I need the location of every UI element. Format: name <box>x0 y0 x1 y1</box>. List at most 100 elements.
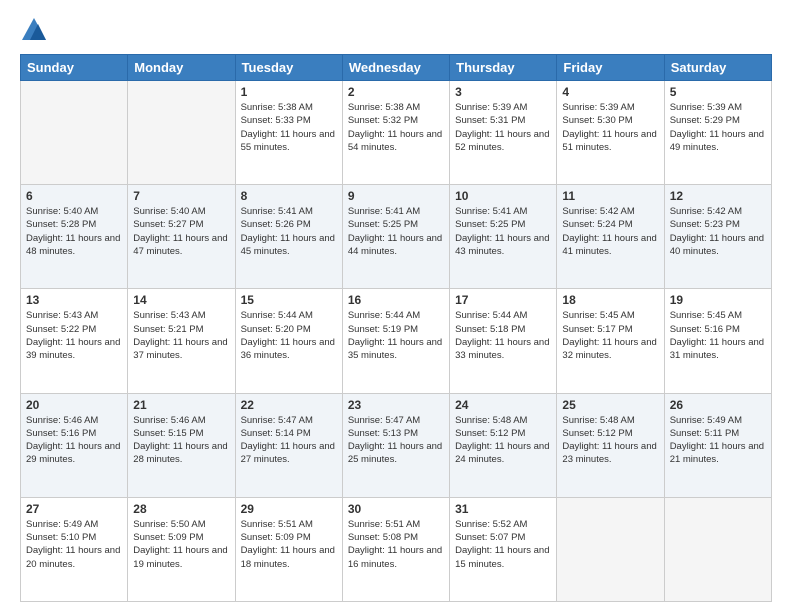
calendar-day-cell: 28Sunrise: 5:50 AMSunset: 5:09 PMDayligh… <box>128 497 235 601</box>
calendar-day-cell: 10 Sunrise: 5:41 AMSunset: 5:25 PMDayligh… <box>450 185 557 289</box>
day-info: Sunrise: 5:42 AMSunset: 5:23 PMDaylight:… <box>670 205 766 258</box>
calendar-table: SundayMondayTuesdayWednesdayThursdayFrid… <box>20 54 772 602</box>
calendar-week-row: 20 Sunrise: 5:46 AMSunset: 5:16 PMDayligh… <box>21 393 772 497</box>
calendar-day-cell: 25Sunrise: 5:48 AMSunset: 5:12 PMDayligh… <box>557 393 664 497</box>
day-info: Sunrise: 5:47 AMSunset: 5:13 PMDaylight:… <box>348 414 444 467</box>
weekday-header-row: SundayMondayTuesdayWednesdayThursdayFrid… <box>21 55 772 81</box>
day-number: 20 <box>26 398 122 412</box>
day-info: Sunrise: 5:44 AMSunset: 5:18 PMDaylight:… <box>455 309 551 362</box>
day-info: Sunrise: 5:39 AMSunset: 5:31 PMDaylight:… <box>455 101 551 154</box>
day-info: Sunrise: 5:51 AMSunset: 5:08 PMDaylight:… <box>348 518 444 571</box>
calendar-day-cell: 1 Sunrise: 5:38 AMSunset: 5:33 PMDaylight… <box>235 81 342 185</box>
calendar-day-cell: 15 Sunrise: 5:44 AMSunset: 5:20 PMDayligh… <box>235 289 342 393</box>
weekday-header-wednesday: Wednesday <box>342 55 449 81</box>
day-info: Sunrise: 5:42 AMSunset: 5:24 PMDaylight:… <box>562 205 658 258</box>
calendar-day-cell: 22Sunrise: 5:47 AMSunset: 5:14 PMDayligh… <box>235 393 342 497</box>
day-number: 31 <box>455 502 551 516</box>
day-info: Sunrise: 5:41 AMSunset: 5:26 PMDaylight:… <box>241 205 337 258</box>
day-info: Sunrise: 5:40 AMSunset: 5:28 PMDaylight:… <box>26 205 122 258</box>
calendar-day-cell: 27 Sunrise: 5:49 AMSunset: 5:10 PMDayligh… <box>21 497 128 601</box>
calendar-day-cell: 11Sunrise: 5:42 AMSunset: 5:24 PMDayligh… <box>557 185 664 289</box>
day-number: 21 <box>133 398 229 412</box>
weekday-header-tuesday: Tuesday <box>235 55 342 81</box>
day-info: Sunrise: 5:43 AMSunset: 5:21 PMDaylight:… <box>133 309 229 362</box>
day-info: Sunrise: 5:39 AMSunset: 5:30 PMDaylight:… <box>562 101 658 154</box>
calendar-week-row: 13Sunrise: 5:43 AMSunset: 5:22 PMDayligh… <box>21 289 772 393</box>
day-number: 24 <box>455 398 551 412</box>
calendar-week-row: 1 Sunrise: 5:38 AMSunset: 5:33 PMDaylight… <box>21 81 772 185</box>
day-info: Sunrise: 5:40 AMSunset: 5:27 PMDaylight:… <box>133 205 229 258</box>
day-number: 1 <box>241 85 337 99</box>
calendar-day-cell: 9 Sunrise: 5:41 AMSunset: 5:25 PMDaylight… <box>342 185 449 289</box>
calendar-day-cell: 24 Sunrise: 5:48 AMSunset: 5:12 PMDayligh… <box>450 393 557 497</box>
calendar-week-row: 27 Sunrise: 5:49 AMSunset: 5:10 PMDayligh… <box>21 497 772 601</box>
day-info: Sunrise: 5:50 AMSunset: 5:09 PMDaylight:… <box>133 518 229 571</box>
day-info: Sunrise: 5:46 AMSunset: 5:15 PMDaylight:… <box>133 414 229 467</box>
day-number: 17 <box>455 293 551 307</box>
day-number: 8 <box>241 189 337 203</box>
calendar-day-cell: 4 Sunrise: 5:39 AMSunset: 5:30 PMDaylight… <box>557 81 664 185</box>
calendar-day-cell: 8 Sunrise: 5:41 AMSunset: 5:26 PMDaylight… <box>235 185 342 289</box>
calendar-day-cell <box>664 497 771 601</box>
calendar-day-cell: 14 Sunrise: 5:43 AMSunset: 5:21 PMDayligh… <box>128 289 235 393</box>
day-number: 14 <box>133 293 229 307</box>
calendar-day-cell: 20 Sunrise: 5:46 AMSunset: 5:16 PMDayligh… <box>21 393 128 497</box>
logo <box>20 16 50 44</box>
day-info: Sunrise: 5:38 AMSunset: 5:33 PMDaylight:… <box>241 101 337 154</box>
calendar-day-cell <box>557 497 664 601</box>
day-number: 3 <box>455 85 551 99</box>
day-number: 10 <box>455 189 551 203</box>
day-info: Sunrise: 5:38 AMSunset: 5:32 PMDaylight:… <box>348 101 444 154</box>
calendar-day-cell: 26 Sunrise: 5:49 AMSunset: 5:11 PMDayligh… <box>664 393 771 497</box>
day-info: Sunrise: 5:45 AMSunset: 5:17 PMDaylight:… <box>562 309 658 362</box>
day-number: 27 <box>26 502 122 516</box>
day-number: 30 <box>348 502 444 516</box>
calendar-day-cell: 18 Sunrise: 5:45 AMSunset: 5:17 PMDayligh… <box>557 289 664 393</box>
calendar-day-cell <box>21 81 128 185</box>
day-number: 26 <box>670 398 766 412</box>
day-number: 7 <box>133 189 229 203</box>
weekday-header-sunday: Sunday <box>21 55 128 81</box>
calendar-day-cell: 29 Sunrise: 5:51 AMSunset: 5:09 PMDayligh… <box>235 497 342 601</box>
day-info: Sunrise: 5:43 AMSunset: 5:22 PMDaylight:… <box>26 309 122 362</box>
day-info: Sunrise: 5:39 AMSunset: 5:29 PMDaylight:… <box>670 101 766 154</box>
day-number: 2 <box>348 85 444 99</box>
day-info: Sunrise: 5:48 AMSunset: 5:12 PMDaylight:… <box>455 414 551 467</box>
day-number: 5 <box>670 85 766 99</box>
day-number: 16 <box>348 293 444 307</box>
day-number: 22 <box>241 398 337 412</box>
logo-icon <box>20 16 48 44</box>
header <box>20 16 772 44</box>
day-info: Sunrise: 5:51 AMSunset: 5:09 PMDaylight:… <box>241 518 337 571</box>
day-info: Sunrise: 5:46 AMSunset: 5:16 PMDaylight:… <box>26 414 122 467</box>
calendar-day-cell <box>128 81 235 185</box>
calendar-day-cell: 5 Sunrise: 5:39 AMSunset: 5:29 PMDaylight… <box>664 81 771 185</box>
day-number: 9 <box>348 189 444 203</box>
day-info: Sunrise: 5:41 AMSunset: 5:25 PMDaylight:… <box>348 205 444 258</box>
day-number: 4 <box>562 85 658 99</box>
calendar-day-cell: 7 Sunrise: 5:40 AMSunset: 5:27 PMDaylight… <box>128 185 235 289</box>
day-info: Sunrise: 5:49 AMSunset: 5:10 PMDaylight:… <box>26 518 122 571</box>
calendar-day-cell: 19 Sunrise: 5:45 AMSunset: 5:16 PMDayligh… <box>664 289 771 393</box>
calendar-day-cell: 31Sunrise: 5:52 AMSunset: 5:07 PMDayligh… <box>450 497 557 601</box>
day-number: 15 <box>241 293 337 307</box>
calendar-day-cell: 17 Sunrise: 5:44 AMSunset: 5:18 PMDayligh… <box>450 289 557 393</box>
day-info: Sunrise: 5:41 AMSunset: 5:25 PMDaylight:… <box>455 205 551 258</box>
day-number: 18 <box>562 293 658 307</box>
weekday-header-monday: Monday <box>128 55 235 81</box>
calendar-day-cell: 16 Sunrise: 5:44 AMSunset: 5:19 PMDayligh… <box>342 289 449 393</box>
page: SundayMondayTuesdayWednesdayThursdayFrid… <box>0 0 792 612</box>
calendar-day-cell: 13Sunrise: 5:43 AMSunset: 5:22 PMDayligh… <box>21 289 128 393</box>
weekday-header-friday: Friday <box>557 55 664 81</box>
calendar-day-cell: 23 Sunrise: 5:47 AMSunset: 5:13 PMDayligh… <box>342 393 449 497</box>
day-number: 29 <box>241 502 337 516</box>
day-info: Sunrise: 5:44 AMSunset: 5:19 PMDaylight:… <box>348 309 444 362</box>
day-info: Sunrise: 5:44 AMSunset: 5:20 PMDaylight:… <box>241 309 337 362</box>
day-number: 23 <box>348 398 444 412</box>
calendar-day-cell: 12Sunrise: 5:42 AMSunset: 5:23 PMDayligh… <box>664 185 771 289</box>
day-info: Sunrise: 5:49 AMSunset: 5:11 PMDaylight:… <box>670 414 766 467</box>
day-info: Sunrise: 5:45 AMSunset: 5:16 PMDaylight:… <box>670 309 766 362</box>
day-number: 25 <box>562 398 658 412</box>
day-number: 19 <box>670 293 766 307</box>
calendar-week-row: 6Sunrise: 5:40 AMSunset: 5:28 PMDaylight… <box>21 185 772 289</box>
